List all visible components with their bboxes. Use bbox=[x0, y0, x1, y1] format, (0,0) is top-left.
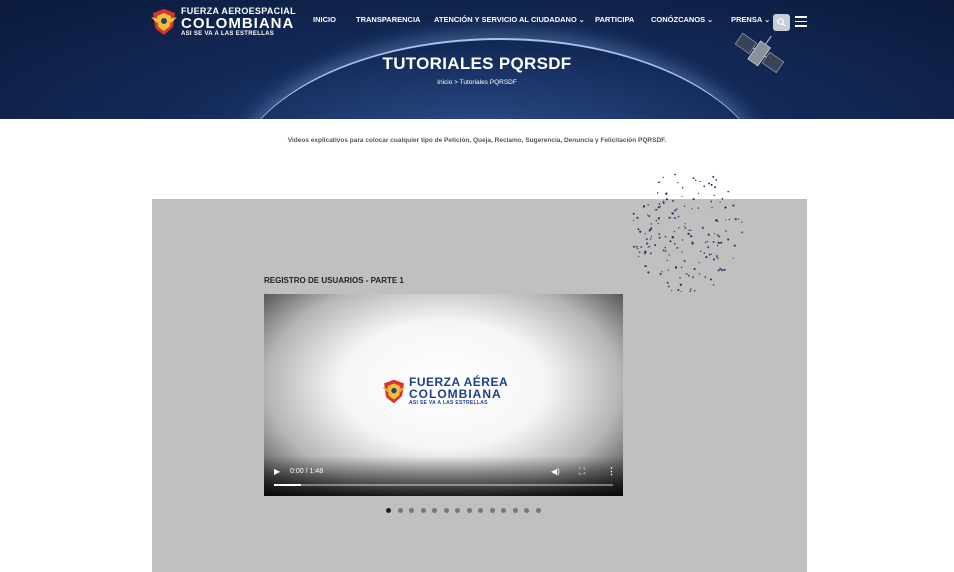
shield-icon bbox=[151, 9, 177, 35]
carousel-dot[interactable] bbox=[443, 508, 449, 513]
logo-line3: ASI SE VA A LAS ESTRELLAS bbox=[181, 31, 275, 37]
nav-label: INICIO bbox=[313, 15, 336, 24]
video-logo: FUERZA AÉREA COLOMBIANA ASI SE VA A LAS … bbox=[382, 376, 508, 406]
video-title: REGISTRO DE USUARIOS - PARTE 1 bbox=[264, 276, 404, 285]
nav-label: CONÓZCANOS bbox=[651, 15, 706, 24]
nav-item-transparencia[interactable]: TRANSPARENCIA bbox=[356, 15, 420, 24]
site-logo[interactable]: FUERZA AEROESPACIAL COLOMBIANA ASI SE VA… bbox=[151, 7, 296, 37]
carousel-dots bbox=[386, 508, 541, 513]
video-player[interactable]: FUERZA AÉREA COLOMBIANA ASI SE VA A LAS … bbox=[264, 294, 623, 496]
carousel-dot[interactable] bbox=[512, 508, 518, 513]
particle-globe-decoration bbox=[632, 173, 744, 293]
nav-item-conozcanos[interactable]: CONÓZCANOS ⌄ bbox=[651, 15, 713, 24]
nav-label: PARTICIPA bbox=[595, 15, 635, 24]
shield-icon bbox=[382, 379, 406, 403]
play-icon[interactable]: ▶ bbox=[274, 467, 280, 476]
carousel-dot[interactable] bbox=[409, 508, 414, 513]
carousel-dot[interactable] bbox=[501, 508, 506, 513]
nav-item-atencion[interactable]: ATENCIÓN Y SERVICIO AL CIUDADANO ⌄ bbox=[434, 15, 585, 24]
carousel-dot[interactable] bbox=[420, 508, 426, 513]
carousel-dot[interactable] bbox=[466, 508, 472, 513]
carousel-dot[interactable] bbox=[432, 508, 437, 513]
nav-item-inicio[interactable]: INICIO bbox=[313, 15, 336, 24]
video-controls: ▶ 0:00 / 1:48 ◀) ⛶ ⋮ bbox=[264, 456, 623, 496]
chevron-down-icon: ⌄ bbox=[707, 16, 714, 24]
carousel-dot[interactable] bbox=[524, 508, 529, 513]
carousel-dot[interactable] bbox=[386, 508, 391, 513]
chevron-down-icon: ⌄ bbox=[578, 16, 585, 24]
carousel-dot[interactable] bbox=[489, 508, 495, 513]
carousel-dot[interactable] bbox=[478, 508, 483, 513]
carousel-dot[interactable] bbox=[397, 508, 403, 513]
nav-label: TRANSPARENCIA bbox=[356, 15, 421, 24]
logo-line2: COLOMBIANA bbox=[181, 15, 295, 32]
volume-icon[interactable]: ◀) bbox=[551, 467, 560, 476]
hamburger-menu-button[interactable] bbox=[795, 16, 807, 28]
video-progress-bar[interactable] bbox=[274, 484, 613, 486]
video-time: 0:00 / 1:48 bbox=[290, 468, 324, 475]
video-logo-line3: ASI SE VA A LAS ESTRELLAS bbox=[409, 400, 488, 406]
carousel-dot[interactable] bbox=[535, 508, 541, 513]
video-logo-line2: COLOMBIANA bbox=[409, 387, 502, 401]
fullscreen-icon[interactable]: ⛶ bbox=[579, 466, 585, 477]
video-progress-fill bbox=[274, 484, 302, 486]
nav-label: ATENCIÓN Y SERVICIO AL CIUDADANO bbox=[434, 15, 577, 24]
carousel-dot[interactable] bbox=[455, 508, 460, 513]
page-title: TUTORIALES PQRSDF bbox=[382, 54, 572, 73]
intro-text: Videos explicativos para colocar cualqui… bbox=[287, 137, 667, 144]
nav-item-participa[interactable]: PARTICIPA bbox=[595, 15, 634, 24]
hero-banner: FUERZA AEROESPACIAL COLOMBIANA ASI SE VA… bbox=[0, 0, 954, 119]
more-options-icon[interactable]: ⋮ bbox=[607, 466, 616, 477]
breadcrumb[interactable]: Inicio > Tutoriales PQRSDF bbox=[0, 79, 954, 86]
